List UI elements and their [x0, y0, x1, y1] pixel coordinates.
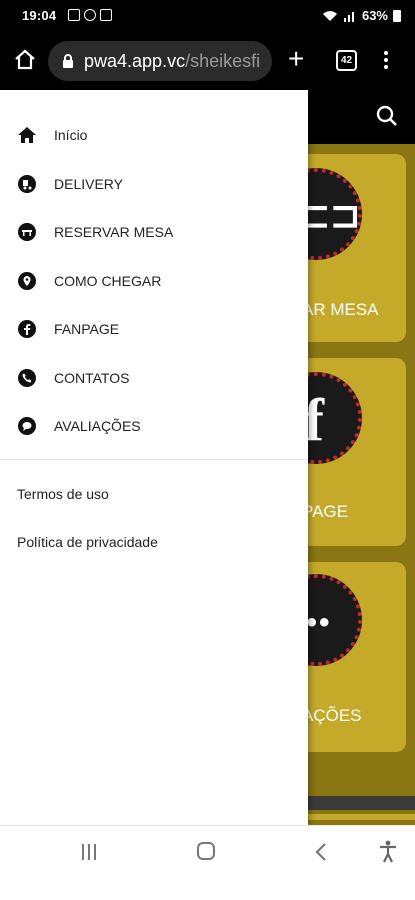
home-icon [17, 125, 37, 145]
new-tab-plus-icon[interactable]: + [288, 45, 304, 73]
drawer-item-label: AVALIAÇÕES [54, 418, 141, 435]
battery-icon [393, 9, 401, 22]
drawer-item-label: Início [54, 127, 88, 144]
privacy-policy-link[interactable]: Política de privacidade [17, 534, 158, 550]
drawer-item-label: COMO CHEGAR [54, 272, 162, 289]
location-pin-icon [17, 271, 37, 291]
drawer-item-reservar-mesa[interactable]: RESERVAR MESA [0, 208, 308, 257]
signal-icon [343, 11, 354, 22]
tab-switcher-button[interactable]: 42 [336, 50, 357, 71]
drawer-item-delivery[interactable]: DELIVERY [0, 160, 308, 209]
wifi-icon [322, 10, 337, 21]
image-notification-icon [68, 9, 80, 21]
drawer-item-label: DELIVERY [54, 175, 123, 192]
instagram-notification-icon [100, 9, 112, 21]
drawer-item-avaliacoes[interactable]: AVALIAÇÕES [0, 402, 308, 451]
browser-toolbar: pwa4.app.vc/sheikesfi + 42 [0, 32, 415, 90]
notification-icons [68, 9, 112, 21]
card-label-fanpage: PAGE [302, 502, 348, 521]
card-label-avaliacoes: AÇÕES [302, 706, 362, 725]
lock-icon [63, 54, 73, 68]
phone-icon [17, 368, 37, 388]
card-label-reservar: AR MESA [302, 300, 379, 319]
browser-menu-icon[interactable] [384, 51, 388, 69]
accessibility-icon[interactable] [378, 840, 398, 864]
battery-percent: 63% [361, 8, 388, 23]
status-bar: 19:04 63% [0, 0, 415, 32]
delivery-icon [17, 174, 37, 194]
browser-home-icon[interactable] [13, 48, 37, 72]
drawer-item-inicio[interactable]: Início [0, 111, 308, 160]
drawer-divider [0, 459, 308, 460]
system-navigation-bar [0, 825, 415, 900]
status-right: 63% [322, 8, 401, 23]
drawer-item-como-chegar[interactable]: COMO CHEGAR [0, 257, 308, 306]
recent-apps-icon[interactable] [82, 844, 96, 860]
drawer-item-contatos[interactable]: CONTATOS [0, 354, 308, 403]
drawer-item-label: RESERVAR MESA [54, 224, 174, 241]
facebook-icon [17, 319, 37, 339]
drawer-menu: Início DELIVERY RESERVAR MESA COMO CHEGA… [0, 111, 308, 451]
drawer-item-fanpage[interactable]: FANPAGE [0, 305, 308, 354]
drawer-item-label: FANPAGE [54, 321, 120, 338]
whatsapp-notification-icon [84, 9, 96, 21]
system-home-icon[interactable] [197, 842, 215, 860]
terms-of-use-link[interactable]: Termos de uso [17, 486, 109, 502]
search-icon[interactable] [376, 105, 398, 127]
chat-bubble-icon [17, 416, 37, 436]
drawer-item-label: CONTATOS [54, 369, 130, 386]
reservation-icon [17, 222, 37, 242]
status-time: 19:04 [22, 8, 57, 23]
navigation-drawer: Início DELIVERY RESERVAR MESA COMO CHEGA… [0, 90, 308, 825]
back-icon[interactable] [314, 842, 328, 862]
page-stripe [300, 796, 415, 810]
page-stripe-accent [300, 814, 415, 820]
url-text: pwa4.app.vc/sheikesfi [84, 51, 261, 71]
address-bar[interactable]: pwa4.app.vc/sheikesfi [48, 41, 272, 81]
